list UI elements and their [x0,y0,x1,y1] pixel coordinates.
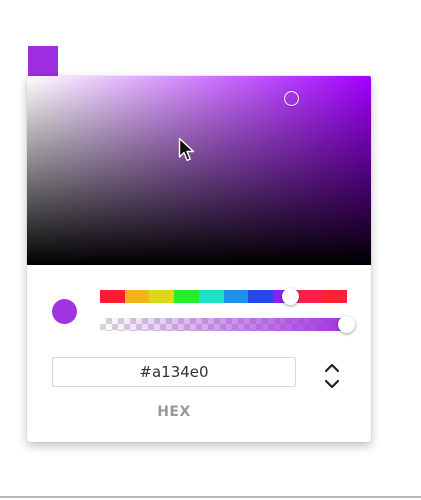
hue-band [198,290,224,303]
alpha-slider-handle[interactable] [338,315,355,333]
color-preview-dot [52,299,77,324]
arrow-cursor-icon [178,137,195,162]
saturation-brightness-field[interactable] [27,76,371,265]
color-swatch-button[interactable] [28,46,58,76]
alpha-gradient [100,318,347,331]
hue-band [100,290,125,303]
hue-band [223,290,249,303]
chevron-up-down-icon[interactable] [320,359,344,393]
hue-band [124,290,150,303]
hue-band [174,290,199,303]
color-picker-popover: HEX [27,76,371,442]
alpha-slider[interactable] [100,315,355,333]
color-format-label: HEX [157,404,191,420]
hue-band [149,290,175,303]
hue-track [100,290,348,303]
page-divider [0,496,421,498]
hue-slider-handle[interactable] [281,287,299,305]
hue-band [248,290,273,303]
hue-band [322,290,348,303]
hex-input[interactable] [52,357,296,387]
saturation-handle[interactable] [283,90,299,106]
hue-band [297,290,323,303]
hue-slider[interactable] [100,287,348,305]
